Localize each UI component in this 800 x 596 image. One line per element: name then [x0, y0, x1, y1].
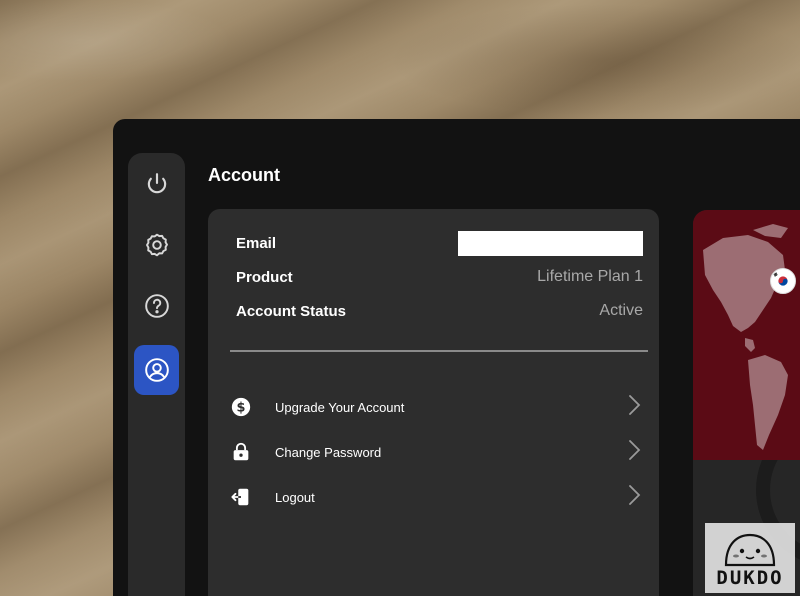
change-password-label: Change Password [275, 444, 382, 460]
sidebar-item-power[interactable] [134, 159, 179, 209]
sidebar-item-settings[interactable] [134, 220, 179, 270]
logout-button[interactable]: Logout [230, 480, 641, 514]
sidebar-item-help[interactable] [134, 281, 179, 331]
upgrade-account-button[interactable]: $ Upgrade Your Account [230, 390, 641, 424]
gear-icon [145, 233, 168, 257]
watermark-logo: DUKDO [705, 523, 795, 593]
chevron-right-icon [627, 394, 641, 421]
divider [230, 350, 648, 352]
chevron-right-icon [627, 439, 641, 466]
email-row: Email [236, 230, 643, 256]
email-label: Email [236, 234, 277, 252]
sidebar-item-account[interactable] [134, 345, 179, 395]
world-map-land [703, 224, 788, 450]
world-map [693, 210, 800, 460]
chevron-right-icon [627, 484, 641, 511]
app-window: Account Email Product Lifetime Plan 1 Ac… [113, 119, 800, 596]
logout-icon [230, 486, 252, 508]
change-password-button[interactable]: Change Password [230, 435, 641, 469]
logout-label: Logout [275, 489, 315, 505]
status-label: Account Status [236, 302, 347, 320]
south-korea-flag-icon[interactable] [770, 268, 796, 294]
product-value: Lifetime Plan 1 [537, 268, 643, 285]
page-title: Account [208, 165, 280, 185]
account-card: Email Product Lifetime Plan 1 Account St… [208, 209, 659, 596]
watermark-text: DUKDO [716, 567, 784, 589]
product-label: Product [236, 268, 293, 286]
product-row: Product Lifetime Plan 1 [236, 265, 643, 289]
svg-text:$: $ [237, 401, 246, 416]
power-icon [147, 173, 166, 194]
user-circle-icon [144, 358, 169, 382]
blob-mascot-icon [724, 533, 776, 567]
dollar-icon: $ [230, 396, 252, 418]
help-icon [144, 294, 169, 318]
lock-icon [230, 441, 252, 463]
status-row: Account Status Active [236, 299, 643, 323]
email-value [458, 230, 643, 256]
status-value: Active [599, 302, 643, 319]
upgrade-account-label: Upgrade Your Account [275, 399, 405, 415]
sidebar [128, 153, 185, 596]
